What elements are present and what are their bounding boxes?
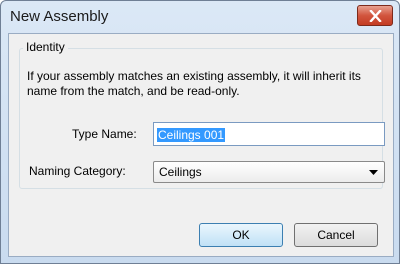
type-name-value: Ceilings 001	[157, 128, 226, 142]
ok-button[interactable]: OK	[199, 223, 283, 247]
identity-group-label: Identity	[23, 40, 68, 54]
chevron-down-icon	[369, 170, 378, 175]
identity-description: If your assembly matches an existing ass…	[27, 69, 361, 98]
naming-category-value: Ceilings	[159, 165, 202, 179]
dialog-title: New Assembly	[10, 8, 109, 25]
type-name-input[interactable]: Ceilings 001	[153, 122, 385, 146]
naming-category-dropdown[interactable]: Ceilings	[153, 161, 385, 183]
type-name-label: Type Name:	[72, 127, 137, 141]
close-x-icon	[369, 10, 382, 22]
cancel-button[interactable]: Cancel	[294, 223, 378, 247]
naming-category-label: Naming Category:	[29, 164, 126, 178]
close-button[interactable]	[357, 5, 393, 26]
title-bar[interactable]: New Assembly	[1, 1, 399, 33]
new-assembly-dialog: New Assembly Identity If your assembly m…	[0, 0, 400, 264]
dialog-body: Identity If your assembly matches an exi…	[8, 33, 394, 257]
